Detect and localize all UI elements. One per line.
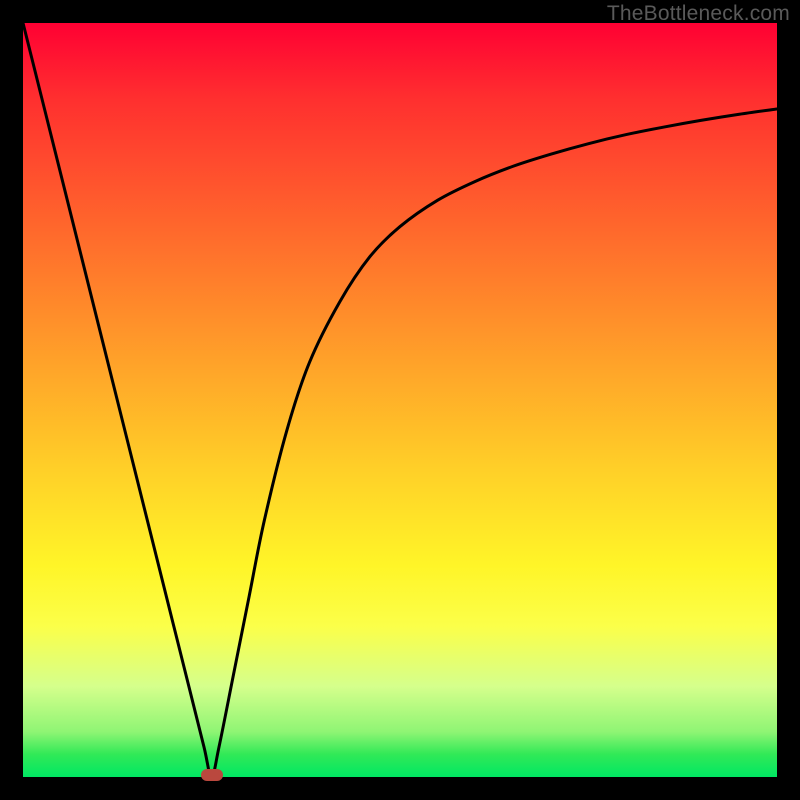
optimal-marker bbox=[201, 769, 223, 781]
bottleneck-curve bbox=[23, 23, 777, 777]
watermark-text: TheBottleneck.com bbox=[607, 2, 790, 26]
chart-plot-area bbox=[23, 23, 777, 777]
